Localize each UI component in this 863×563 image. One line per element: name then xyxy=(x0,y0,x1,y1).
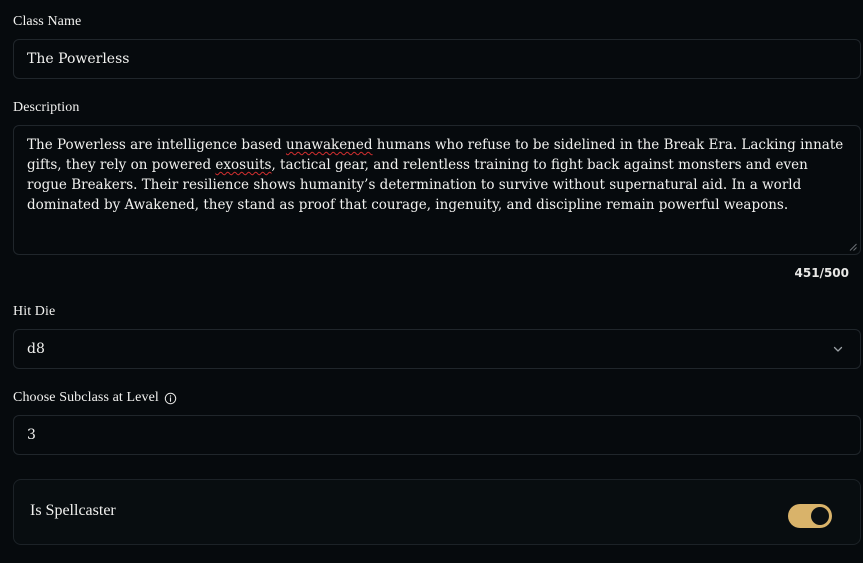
description-value: The Powerless are intelligence based una… xyxy=(27,135,849,215)
info-icon[interactable] xyxy=(164,392,177,405)
toggle-knob xyxy=(811,507,829,525)
class-name-label: Class Name xyxy=(13,14,82,29)
hit-die-label: Hit Die xyxy=(13,304,56,319)
subclass-level-label: Choose Subclass at Level xyxy=(13,390,177,406)
spellcaster-toggle[interactable] xyxy=(788,504,832,528)
class-form: Class Name The Powerless Description The… xyxy=(0,0,863,563)
spellcaster-card: Is Spellcaster xyxy=(13,479,861,545)
description-label: Description xyxy=(13,100,80,115)
description-segment: The Powerless are intelligence based xyxy=(27,137,286,153)
subclass-level-value: 3 xyxy=(27,427,36,443)
class-name-input[interactable]: The Powerless xyxy=(13,39,861,79)
description-textarea[interactable]: The Powerless are intelligence based una… xyxy=(13,125,861,255)
subclass-level-input[interactable]: 3 xyxy=(13,415,861,455)
subclass-level-label-text: Choose Subclass at Level xyxy=(13,390,159,405)
description-misspelled-word: unawakened xyxy=(285,137,373,153)
chevron-down-icon xyxy=(833,346,843,352)
resize-handle-icon[interactable] xyxy=(849,243,857,251)
hit-die-value: d8 xyxy=(27,341,45,357)
description-misspelled-word: exosuits xyxy=(215,157,272,173)
spellcaster-label: Is Spellcaster xyxy=(30,502,116,520)
character-counter: 451/500 xyxy=(794,266,849,280)
class-name-value: The Powerless xyxy=(27,51,130,67)
hit-die-select[interactable]: d8 xyxy=(13,329,861,369)
